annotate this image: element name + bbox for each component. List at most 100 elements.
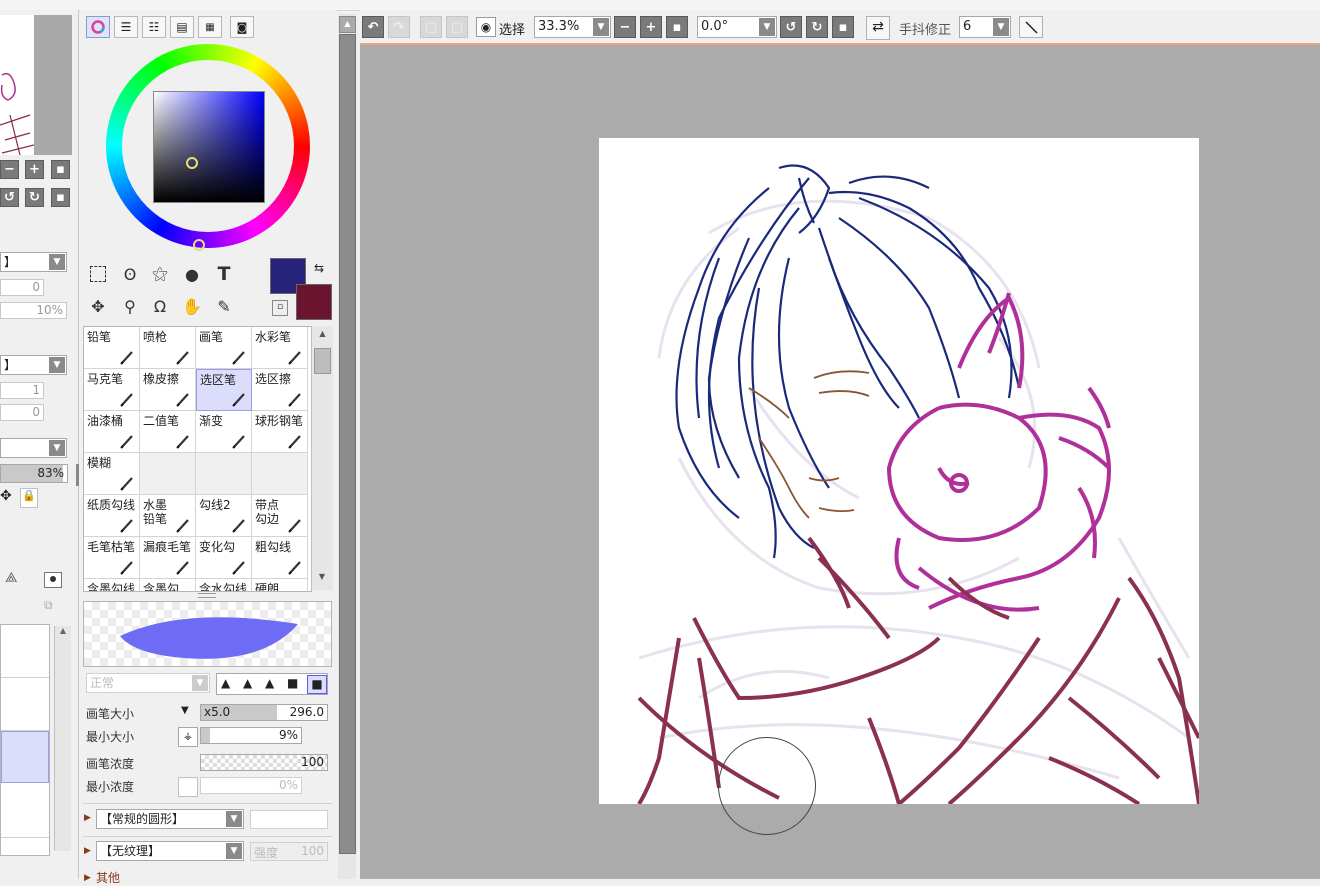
brush-shape-combo[interactable]: 【常规的圆形】 ▼ [96,809,244,829]
scratchpad-mode-button[interactable]: ◙ [230,16,254,38]
brush-density-slider[interactable]: 100 [200,754,328,771]
min-density-toggle[interactable] [178,777,198,797]
invert-selection-button[interactable]: □ [446,16,468,38]
transparent-color-icon[interactable]: ▫ [272,300,288,316]
value-field[interactable]: 10% [0,302,67,319]
value-field[interactable]: 0 [0,404,44,421]
scroll-down-icon[interactable]: ▼ [312,572,332,581]
brush-cell[interactable]: 橡皮擦 [140,369,196,411]
zoom-reset-button[interactable]: ▪ [51,160,70,179]
brush-cell[interactable] [252,453,308,495]
layer-row[interactable] [1,785,49,838]
layer-blend-combo[interactable]: 】 ▼ [0,252,67,272]
splitter-thumb[interactable] [339,34,356,854]
panel-grip[interactable] [198,593,216,598]
brush-cell[interactable]: 模糊 [84,453,140,495]
layer-row-selected[interactable] [1,731,49,783]
hue-ring[interactable] [106,44,310,251]
brush-cell[interactable]: 变化勾 [196,537,252,579]
redo-button[interactable]: ↷ [388,16,410,38]
scroll-thumb[interactable] [314,348,331,374]
brush-cell[interactable]: 含水勾线 [196,579,252,591]
brush-size-slider[interactable]: x5.0 296.0 [200,704,328,721]
value-field[interactable]: 0 [0,279,44,296]
navigator-thumbnail[interactable] [0,15,72,156]
layer-list[interactable] [0,624,50,856]
zoom-in-button[interactable]: + [640,16,662,38]
hsv-slider-mode-button[interactable]: ☷ [142,16,166,38]
brush-grid[interactable]: 铅笔 喷枪 画笔 水彩笔 马克笔 橡皮擦 选区笔 选区擦 油漆桶 二值笔 渐变 球形钢笔 模糊 纸质勾线水… [83,326,312,592]
new-layer-icon[interactable]: ⧉ [44,598,60,614]
blending-combo[interactable]: ▼ [0,438,67,458]
palette-mode-button[interactable]: ▦ [198,16,222,38]
secondary-color-swatch[interactable] [296,284,332,320]
zoom-reset-button[interactable]: ▪ [666,16,688,38]
lock-icon[interactable]: 🔒 [20,488,38,508]
brush-cell[interactable]: 球形钢笔 [252,411,308,453]
collapse-up-icon[interactable]: ▲ [339,16,356,33]
rgb-slider-mode-button[interactable]: ☰ [114,16,138,38]
scroll-up-icon[interactable]: ▲ [312,329,333,338]
brush-cell[interactable] [140,453,196,495]
shape-icon[interactable]: ● [178,260,206,288]
min-density-slider[interactable]: 0% [200,777,302,794]
tip-shape-sharp-icon[interactable]: ▲ [221,676,230,690]
brush-grid-scrollbar[interactable]: ▲ ▼ [311,326,333,590]
brush-cell[interactable]: 渐变 [196,411,252,453]
zoom-in-button[interactable]: + [25,160,44,179]
layer-effect-icon[interactable]: ⟁ [5,570,18,586]
brush-cell[interactable]: 纸质勾线 [84,495,140,537]
rotation-combo[interactable]: 0.0° ▼ [697,16,777,38]
value-field[interactable]: 1 [0,382,44,399]
brush-cell[interactable]: 含墨勾线 [84,579,140,591]
texture-strength-field[interactable]: 强度 100 [250,842,328,861]
brush-cell[interactable]: 硬朗 [252,579,308,591]
deselect-button[interactable]: □ [420,16,442,38]
expand-arrow-icon[interactable]: ▶ [84,846,91,856]
brush-cell[interactable] [196,453,252,495]
layer-mode-combo[interactable]: 】 ▼ [0,355,67,375]
min-size-slider[interactable]: 9% [200,727,302,744]
line-mode-icon[interactable] [1019,16,1043,38]
brush-texture-combo[interactable]: 【无纹理】 ▼ [96,841,244,861]
zoom-out-button[interactable]: − [0,160,19,179]
swatch-mode-button[interactable]: ▤ [170,16,194,38]
rotate-left-button[interactable]: ↺ [0,188,19,207]
move-tool-icon[interactable]: ✥ [84,292,112,320]
brush-blend-mode-combo[interactable]: 正常 ▼ [86,673,210,693]
layer-row[interactable] [1,678,49,731]
expand-arrow-icon[interactable]: ▶ [84,873,91,883]
tip-shape-medium-icon[interactable]: ▲ [243,676,252,690]
zoom-out-button[interactable]: − [614,16,636,38]
zoom-tool-icon[interactable]: ⚲ [116,292,144,320]
brush-cell[interactable]: 二值笔 [140,411,196,453]
pressure-toggle-icon[interactable]: ⚶ [178,727,198,747]
stabilizer-combo[interactable]: 6 ▼ [959,16,1011,38]
brush-cell[interactable]: 漏痕毛笔 [140,537,196,579]
color-wheel-mode-button[interactable] [86,16,110,38]
sv-cursor[interactable] [186,157,198,169]
hand-tool-icon[interactable]: ✋ [178,292,206,320]
brush-tip-shapes[interactable]: ▲ ▲ ▲ ■ ■ [216,673,328,695]
brush-cell[interactable]: 含墨勾 [140,579,196,591]
drawing-canvas[interactable] [599,138,1201,806]
tip-shape-square-icon[interactable]: ■ [307,675,327,694]
brush-cell[interactable]: 选区笔 [196,369,252,411]
undo-button[interactable]: ↶ [362,16,384,38]
lasso-select-icon[interactable]: ʘ [116,260,144,288]
tip-shape-flat-icon[interactable]: ■ [287,676,298,690]
hue-cursor[interactable] [193,239,205,251]
brush-cell[interactable]: 毛笔枯笔 [84,537,140,579]
tip-shape-round-icon[interactable]: ▲ [265,676,274,690]
brush-cell[interactable]: 油漆桶 [84,411,140,453]
rotate-reset-button[interactable]: ▪ [51,188,70,207]
brush-cell[interactable]: 画笔 [196,327,252,369]
brush-cell[interactable]: 粗勾线 [252,537,308,579]
rotate-left-button[interactable]: ↺ [780,16,802,38]
eye-icon[interactable]: ◉ [476,17,496,37]
chevron-down-icon[interactable]: ▼ [181,705,189,716]
brush-cell[interactable]: 水墨 铅笔 [140,495,196,537]
eyedropper-icon[interactable]: ✎ [210,292,238,320]
panel-splitter[interactable]: ▲ [338,14,356,879]
rotate-tool-icon[interactable]: Ω [146,292,174,320]
